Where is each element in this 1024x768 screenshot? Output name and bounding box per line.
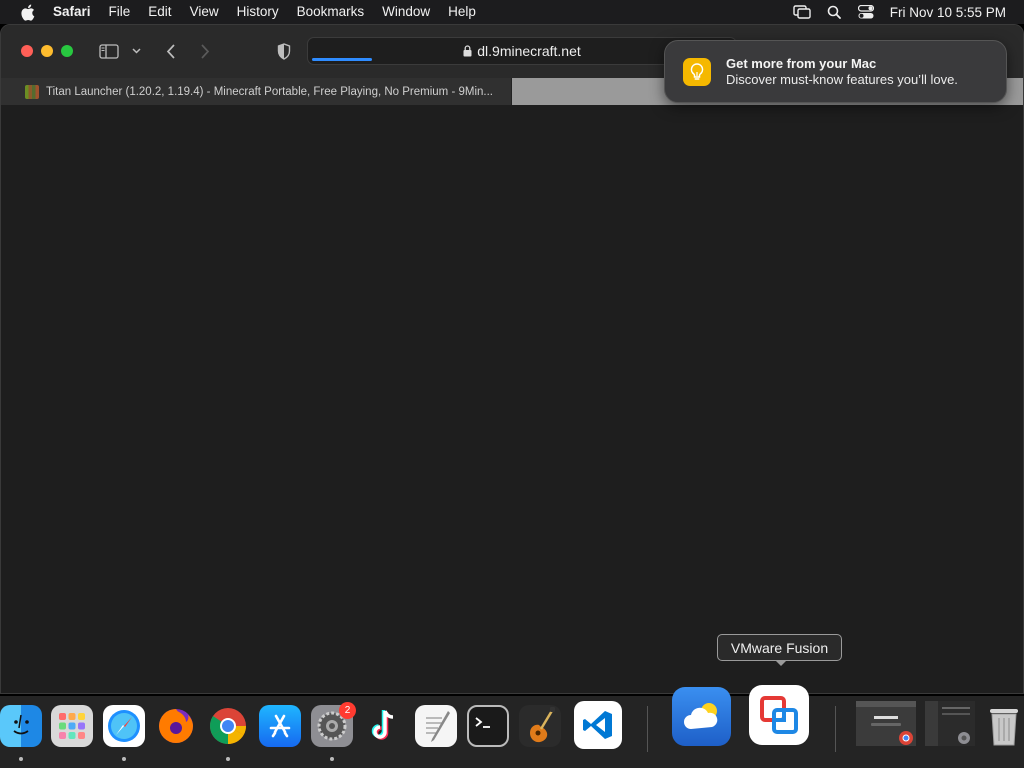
forward-button-icon[interactable] <box>196 39 214 63</box>
system-settings-badge: 2 <box>339 702 356 719</box>
control-center-icon[interactable] <box>856 0 876 24</box>
lightbulb-icon <box>683 57 711 86</box>
minimize-window-button[interactable] <box>41 45 53 57</box>
minecraft-favicon-icon <box>25 84 39 99</box>
menu-clock[interactable]: Fri Nov 10 5:55 PM <box>890 5 1006 20</box>
vmware-fusion-icon[interactable] <box>749 685 809 745</box>
weather-icon[interactable] <box>672 687 731 746</box>
menu-bar: Safari File Edit View History Bookmarks … <box>0 0 1024 24</box>
notification-title: Get more from your Mac <box>726 56 877 71</box>
tab-title: Titan Launcher (1.20.2, 1.19.4) - Minecr… <box>46 85 493 98</box>
safari-running-dot <box>122 757 126 761</box>
page-load-progress <box>312 58 372 61</box>
sidebar-toggle-icon[interactable] <box>97 39 121 63</box>
tiktok-icon[interactable] <box>363 705 405 747</box>
back-button-icon[interactable] <box>161 39 179 63</box>
address-url: dl.9minecraft.net <box>477 43 581 59</box>
menu-bookmarks[interactable]: Bookmarks <box>288 0 374 24</box>
screen-mirroring-icon[interactable] <box>792 0 812 24</box>
tab-active[interactable]: Titan Launcher (1.20.2, 1.19.4) - Minecr… <box>1 78 512 105</box>
dock-tooltip: VMware Fusion <box>717 634 842 661</box>
menu-help[interactable]: Help <box>439 0 485 24</box>
notification-banner[interactable]: Get more from your Mac Discover must-kno… <box>664 40 1007 103</box>
dock-separator <box>647 706 648 752</box>
safari-dock-icon[interactable] <box>103 705 145 747</box>
textedit-icon[interactable] <box>415 705 457 747</box>
app-store-icon[interactable] <box>259 705 301 747</box>
menu-window[interactable]: Window <box>373 0 439 24</box>
trash-icon[interactable] <box>983 705 1024 747</box>
menu-edit[interactable]: Edit <box>139 0 180 24</box>
menu-app-name[interactable]: Safari <box>44 0 100 24</box>
safari-window: dl.9minecraft.net Titan Launcher (1.20.2… <box>0 24 1024 694</box>
menu-history[interactable]: History <box>228 0 288 24</box>
launchpad-icon[interactable] <box>51 705 93 747</box>
finder-running-dot <box>19 757 23 761</box>
minimized-settings-window[interactable] <box>925 701 975 746</box>
garageband-icon[interactable] <box>519 705 561 747</box>
vscode-icon[interactable] <box>574 701 622 749</box>
minimized-chrome-window[interactable] <box>856 701 916 746</box>
chrome-running-dot <box>226 757 230 761</box>
close-window-button[interactable] <box>21 45 33 57</box>
menu-extras: Fri Nov 10 5:55 PM <box>792 0 1024 24</box>
settings-running-dot <box>330 757 334 761</box>
dock-separator-2 <box>835 706 836 752</box>
firefox-icon[interactable] <box>155 705 197 747</box>
privacy-shield-icon[interactable] <box>274 39 294 63</box>
page-content[interactable] <box>1 105 1023 693</box>
dock: 2 <box>0 685 1024 768</box>
notification-body: Discover must-know features you’ll love. <box>726 72 958 87</box>
finder-icon[interactable] <box>0 705 42 747</box>
terminal-icon[interactable] <box>467 705 509 747</box>
menu-view[interactable]: View <box>181 0 228 24</box>
spotlight-search-icon[interactable] <box>824 0 844 24</box>
chrome-icon[interactable] <box>207 705 249 747</box>
zoom-window-button[interactable] <box>61 45 73 57</box>
apple-menu-icon[interactable] <box>16 0 38 24</box>
chevron-down-icon[interactable] <box>129 39 143 63</box>
lock-icon <box>463 45 472 57</box>
menu-file[interactable]: File <box>100 0 140 24</box>
dock-tooltip-arrow <box>775 660 787 666</box>
